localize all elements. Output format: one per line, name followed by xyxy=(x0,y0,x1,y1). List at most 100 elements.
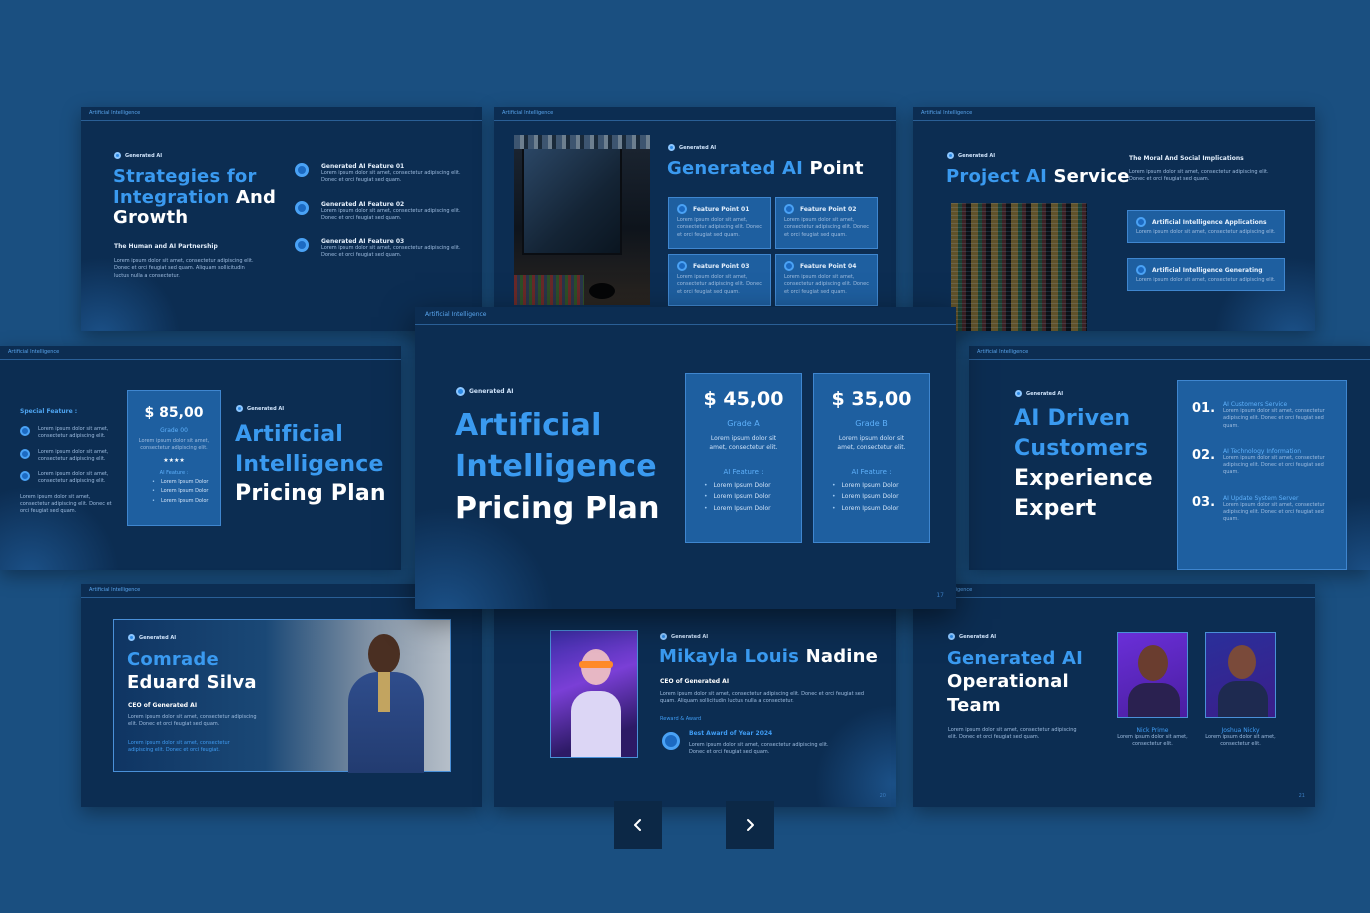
slide-ai-driven[interactable]: Artificial Intelligence Generated AI AI … xyxy=(969,346,1370,570)
code-screen-photo xyxy=(951,203,1087,331)
kicker: Generated AI xyxy=(456,387,514,396)
slide-tag: Artificial Intelligence xyxy=(977,349,1029,355)
feature-bullets: Lorem Ipsum Dolor Lorem Ipsum Dolor Lore… xyxy=(128,478,220,507)
grade: Grade B xyxy=(855,419,888,428)
service-list-card: 01. AI Customers Service Lorem ipsum dolo… xyxy=(1177,380,1347,570)
slide-tag: Artificial Intelligence xyxy=(425,311,487,318)
kicker: Generated AI xyxy=(236,405,284,412)
grade: Grade 00 xyxy=(160,427,188,434)
nick-prime-photo xyxy=(1117,632,1188,718)
list-item: 03. AI Update System Server Lorem ipsum d… xyxy=(1192,494,1325,523)
monitor-keyboard-photo xyxy=(514,135,650,305)
slide-header: Artificial Intelligence xyxy=(913,584,1315,598)
point-icon xyxy=(784,204,794,214)
point-icon xyxy=(784,261,794,271)
pricing-card: $ 85,00 Grade 00 Lorem ipsum dolor sit a… xyxy=(127,390,221,526)
slide-body: Lorem ipsum dolor sit amet, consectetur … xyxy=(114,258,254,279)
kicker: Generated AI xyxy=(660,633,708,640)
star-rating: ★★★★ xyxy=(163,456,185,464)
people-icon xyxy=(295,200,309,215)
kicker-icon xyxy=(660,633,667,640)
slide-header: Artificial Intelligence xyxy=(81,107,482,121)
feature-item: Generated AI Feature 02 Lorem ipsum dolor… xyxy=(295,200,465,223)
kicker-icon xyxy=(114,152,121,159)
kicker-icon xyxy=(128,634,135,641)
kicker: Generated AI xyxy=(668,144,716,151)
pricing-card-b[interactable]: $ 35,00 Grade B Lorem ipsum dolor sit am… xyxy=(813,373,930,543)
team-member: Nick Prime Lorem ipsum dolor sit amet, c… xyxy=(1117,727,1188,748)
app-icon xyxy=(1136,217,1146,227)
check-icon xyxy=(20,448,30,459)
slide-title: Comrade Eduard Silva xyxy=(127,649,257,694)
chevron-right-icon xyxy=(747,819,754,831)
slide-tag: Artificial Intelligence xyxy=(8,349,60,355)
slide-mikayla[interactable]: Generated AI Mikayla Louis Nadine CEO of… xyxy=(494,584,896,807)
slide-header: Artificial Intelligence xyxy=(0,346,401,360)
kicker-icon xyxy=(668,144,675,151)
slide-title: Strategies for Integration And Growth xyxy=(113,166,277,229)
kicker-icon xyxy=(1015,390,1022,397)
feature-item: Generated AI Feature 03 Lorem ipsum dolor… xyxy=(295,238,465,260)
special-feature-list: Lorem ipsum dolor sit amet, consectetur … xyxy=(20,426,112,514)
feature-point-card: Feature Point 02 Lorem ipsum dolor sit a… xyxy=(775,197,878,249)
slide-tag: Artificial Intelligence xyxy=(921,110,973,116)
feature-item: Generated AI Feature 01 Lorem ipsum dolor… xyxy=(295,163,465,185)
slide-title: Project AI Service xyxy=(946,166,1130,187)
grade: Grade A xyxy=(727,419,760,428)
slide-header: Artificial Intelligence xyxy=(913,107,1315,121)
kicker: Generated AI xyxy=(128,634,176,641)
kicker: Generated AI xyxy=(1015,390,1063,397)
slide-pricing-main[interactable]: Artificial Intelligence Generated AI Art… xyxy=(415,307,956,609)
service-card: Artificial Intelligence Generating Lorem… xyxy=(1127,258,1285,291)
slide-team[interactable]: Artificial Intelligence Generated AI Gen… xyxy=(913,584,1315,807)
page-number: 17 xyxy=(936,592,944,599)
slide-strategies[interactable]: Artificial Intelligence Generated AI Str… xyxy=(81,107,482,331)
slide-title: Artificial Intelligence Pricing Plan xyxy=(235,422,386,507)
slide-pricing-left[interactable]: Artificial Intelligence Special Feature … xyxy=(0,346,401,570)
pricing-card-a[interactable]: $ 45,00 Grade A Lorem ipsum dolor sit am… xyxy=(685,373,802,543)
target-icon xyxy=(295,238,309,252)
slide-title: AI Driven Customers Experience Expert xyxy=(1014,406,1153,521)
generate-icon xyxy=(1136,265,1146,275)
team-member: Joshua Nicky Lorem ipsum dolor sit amet,… xyxy=(1205,727,1276,748)
feature-point-card: Feature Point 01 Lorem ipsum dolor sit a… xyxy=(668,197,771,249)
highlight-text: Lorem ipsum dolor sit amet, consectetur … xyxy=(128,740,230,754)
check-icon xyxy=(20,471,30,481)
feature-point-card: Feature Point 04 Lorem ipsum dolor sit a… xyxy=(775,254,878,306)
award-title: Best Award of Year 2024 xyxy=(689,730,773,737)
slide-tag: Artificial Intelligence xyxy=(89,587,141,593)
mikayla-photo xyxy=(550,630,638,758)
slide-tag: Artificial Intelligence xyxy=(502,110,554,116)
slide-title: Artificial Intelligence Pricing Plan xyxy=(455,408,660,526)
slide-title: Generated AI Operational Team xyxy=(947,648,1084,716)
kicker-icon xyxy=(947,152,954,159)
slide-generated-point[interactable]: Artificial Intelligence Generated AI Gen… xyxy=(494,107,896,331)
slide-title: Generated AI Point xyxy=(667,158,864,179)
award-icon xyxy=(662,732,680,750)
kicker: Generated AI xyxy=(114,152,162,159)
price: $ 45,00 xyxy=(703,388,784,410)
page-number: 20 xyxy=(879,793,886,799)
slide-subtitle: The Human and AI Partnership xyxy=(114,243,218,250)
kicker-icon xyxy=(948,633,955,640)
kicker: Generated AI xyxy=(947,152,995,159)
kicker-icon xyxy=(456,387,465,396)
role: CEO of Generated AI xyxy=(660,678,730,685)
eduard-silva-photo xyxy=(344,628,424,773)
feature-bullets: Lorem Ipsum Dolor Lorem Ipsum Dolor Lore… xyxy=(686,480,801,514)
check-icon xyxy=(20,426,30,436)
kicker-icon xyxy=(236,405,243,412)
feature-bullets: Lorem Ipsum Dolor Lorem Ipsum Dolor Lore… xyxy=(814,480,929,514)
slide-comrade[interactable]: Artificial Intelligence Generated AI Com… xyxy=(81,584,482,807)
slide-tag: Artificial Intelligence xyxy=(89,110,141,116)
list-item: 01. AI Customers Service Lorem ipsum dolo… xyxy=(1192,401,1325,429)
feature-list: Generated AI Feature 01 Lorem ipsum dolor… xyxy=(295,163,465,260)
feature-point-card: Feature Point 03 Lorem ipsum dolor sit a… xyxy=(668,254,771,306)
reward-label: Reward & Award xyxy=(660,716,702,722)
next-button[interactable] xyxy=(726,801,774,849)
slide-header: Artificial Intelligence xyxy=(494,107,896,121)
prev-button[interactable] xyxy=(614,801,662,849)
point-icon xyxy=(677,204,687,214)
page-number: 21 xyxy=(1298,793,1305,799)
slide-project-service[interactable]: Artificial Intelligence Generated AI Pro… xyxy=(913,107,1315,331)
